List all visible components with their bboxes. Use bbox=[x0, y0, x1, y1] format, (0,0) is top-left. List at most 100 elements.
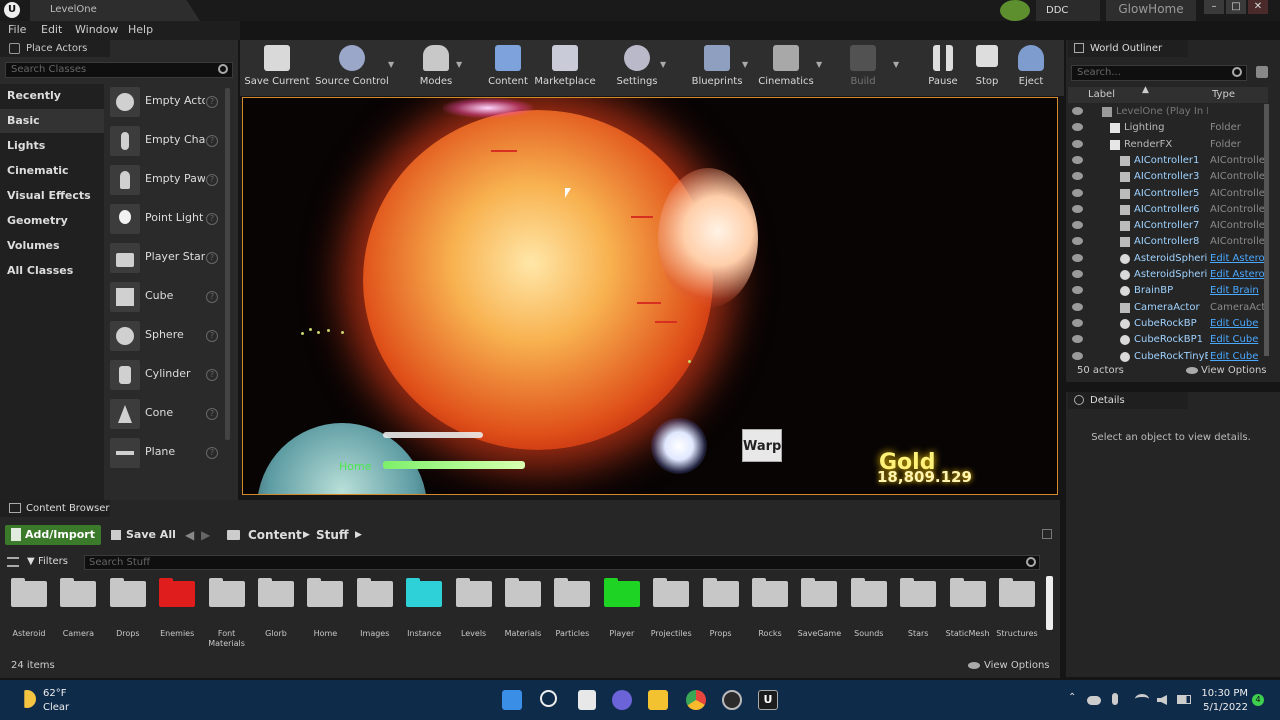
help-icon[interactable]: ? bbox=[206, 174, 218, 186]
source-control-status-icon[interactable] bbox=[1000, 0, 1030, 21]
outliner-row[interactable]: CubeRockBP1 Edit Cube bbox=[1068, 332, 1264, 348]
outliner-row[interactable]: AsteroidSphericalEdit Asteroid bbox=[1068, 251, 1264, 267]
visibility-eye-icon[interactable] bbox=[1072, 221, 1083, 230]
source-control-button[interactable]: Source Control bbox=[314, 40, 390, 96]
clock-date[interactable]: 5/1/2022 bbox=[1196, 702, 1248, 713]
chevron-down-icon[interactable]: ▼ bbox=[388, 60, 394, 69]
visibility-eye-icon[interactable] bbox=[1072, 351, 1083, 360]
category-all-classes[interactable]: All Classes bbox=[0, 259, 104, 283]
outliner-row[interactable]: AIController6 AIController bbox=[1068, 202, 1264, 218]
folder-item[interactable]: Projectiles bbox=[647, 578, 695, 643]
category-volumes[interactable]: Volumes bbox=[0, 234, 104, 258]
chevron-down-icon[interactable]: ▼ bbox=[893, 60, 899, 69]
close-button[interactable]: ✕ bbox=[1248, 0, 1268, 14]
outliner-row[interactable]: CubeRockBP Edit Cube bbox=[1068, 316, 1264, 332]
content-view-options[interactable]: View Options bbox=[984, 660, 1050, 671]
unreal-engine-taskbar-icon[interactable]: U bbox=[758, 690, 778, 710]
folder-item[interactable]: Font Materials bbox=[203, 578, 251, 648]
visibility-eye-icon[interactable] bbox=[1072, 188, 1083, 197]
world-outliner-tab[interactable]: World Outliner bbox=[1068, 40, 1188, 57]
actor-empty-pawn[interactable]: Empty Pawn ? bbox=[108, 162, 224, 200]
visibility-eye-icon[interactable] bbox=[1072, 302, 1083, 311]
save-current-button[interactable]: Save Current bbox=[244, 40, 310, 96]
content-button[interactable]: Content bbox=[486, 40, 530, 96]
folder-item[interactable]: StaticMesh bbox=[944, 578, 992, 643]
folder-item[interactable]: Camera bbox=[54, 578, 102, 643]
edit-blueprint-link[interactable]: Edit Asteroid bbox=[1210, 269, 1264, 280]
visibility-eye-icon[interactable] bbox=[1072, 204, 1083, 213]
folder-item[interactable]: Stars bbox=[894, 578, 942, 643]
folder-item[interactable]: Particles bbox=[548, 578, 596, 643]
folder-item[interactable]: Player bbox=[598, 578, 646, 643]
folder-item[interactable]: Enemies bbox=[153, 578, 201, 643]
place-actors-scrollbar[interactable] bbox=[225, 88, 230, 440]
folder-item[interactable]: Asteroid bbox=[5, 578, 53, 643]
chevron-down-icon[interactable]: ▼ bbox=[816, 60, 822, 69]
visibility-eye-icon[interactable] bbox=[1072, 172, 1083, 181]
help-icon[interactable]: ? bbox=[206, 330, 218, 342]
maximize-button[interactable]: □ bbox=[1226, 0, 1246, 14]
visibility-eye-icon[interactable] bbox=[1072, 237, 1083, 246]
content-scrollbar[interactable] bbox=[1046, 576, 1053, 630]
help-icon[interactable]: ? bbox=[206, 291, 218, 303]
column-type[interactable]: Type bbox=[1212, 89, 1235, 100]
actor-sphere[interactable]: Sphere ? bbox=[108, 318, 224, 356]
folder-item[interactable]: Materials bbox=[499, 578, 547, 643]
actor-empty-actor[interactable]: Empty Actor ? bbox=[108, 84, 224, 122]
help-icon[interactable]: ? bbox=[206, 252, 218, 264]
lock-icon[interactable] bbox=[1042, 529, 1052, 539]
outliner-search-input[interactable]: Search... bbox=[1071, 65, 1247, 81]
help-icon[interactable]: ? bbox=[206, 369, 218, 381]
file-explorer-icon[interactable] bbox=[648, 690, 668, 710]
marketplace-button[interactable]: Marketplace bbox=[534, 40, 596, 96]
edit-blueprint-link[interactable]: Edit Cube bbox=[1210, 318, 1264, 329]
folder-item[interactable]: Props bbox=[697, 578, 745, 643]
details-tab[interactable]: Details bbox=[1068, 392, 1188, 409]
actor-cube[interactable]: Cube ? bbox=[108, 279, 224, 317]
outliner-row[interactable]: AIController3 AIController bbox=[1068, 169, 1264, 185]
chrome-icon[interactable] bbox=[686, 690, 706, 710]
help-icon[interactable]: ? bbox=[206, 213, 218, 225]
breadcrumb-separator-icon[interactable]: ▶ bbox=[355, 525, 362, 545]
outliner-row[interactable]: LevelOne (Play In EdWorld bbox=[1068, 104, 1264, 120]
content-search-input[interactable]: Search Stuff bbox=[84, 555, 1040, 570]
clock-time[interactable]: 10:30 PM bbox=[1196, 688, 1248, 699]
chevron-up-icon[interactable]: ⌃ bbox=[1068, 692, 1076, 703]
cloud-icon[interactable] bbox=[1087, 696, 1101, 705]
outliner-row[interactable]: RenderFX Folder bbox=[1068, 137, 1264, 153]
folder-item[interactable]: Rocks bbox=[746, 578, 794, 643]
outliner-row[interactable]: AsteroidSphericalEdit Asteroid bbox=[1068, 267, 1264, 283]
actor-plane[interactable]: Plane ? bbox=[108, 435, 224, 473]
help-icon[interactable]: ? bbox=[206, 135, 218, 147]
visibility-eye-icon[interactable] bbox=[1072, 123, 1083, 132]
eject-button[interactable]: Eject bbox=[1008, 40, 1054, 96]
pause-button[interactable]: Pause bbox=[920, 40, 966, 96]
help-icon[interactable]: ? bbox=[206, 408, 218, 420]
folder-item[interactable]: Instance bbox=[400, 578, 448, 643]
filters-button[interactable]: ▼ Filters bbox=[5, 554, 81, 570]
blueprints-button[interactable]: Blueprints bbox=[690, 40, 744, 96]
category-cinematic[interactable]: Cinematic bbox=[0, 159, 104, 183]
visibility-eye-icon[interactable] bbox=[1072, 253, 1083, 262]
help-icon[interactable]: ? bbox=[206, 96, 218, 108]
folder-item[interactable]: Sounds bbox=[845, 578, 893, 643]
outliner-settings-icon[interactable] bbox=[1256, 66, 1268, 78]
actor-player-start[interactable]: Player Start ? bbox=[108, 240, 224, 278]
save-all-button[interactable]: Save All bbox=[110, 525, 190, 545]
actor-point-light[interactable]: Point Light ? bbox=[108, 201, 224, 239]
category-visual-effects[interactable]: Visual Effects bbox=[0, 184, 104, 208]
game-viewport[interactable]: Home Warp Gold 18,809.129 bbox=[242, 97, 1058, 495]
microphone-icon[interactable] bbox=[1112, 693, 1118, 705]
visibility-eye-icon[interactable] bbox=[1072, 286, 1083, 295]
visibility-eye-icon[interactable] bbox=[1072, 155, 1083, 164]
edit-blueprint-link[interactable]: Edit Brain bbox=[1210, 285, 1264, 296]
outliner-row[interactable]: BrainBP Edit Brain bbox=[1068, 283, 1264, 299]
folder-item[interactable]: SaveGame bbox=[795, 578, 843, 643]
ddc-button[interactable]: DDC bbox=[1036, 0, 1100, 21]
add-import-button[interactable]: Add/Import bbox=[5, 525, 101, 545]
search-classes-input[interactable]: Search Classes bbox=[5, 62, 233, 78]
folder-item[interactable]: Images bbox=[351, 578, 399, 643]
wifi-icon[interactable] bbox=[1135, 694, 1149, 704]
outliner-row[interactable]: AIController1 AIController bbox=[1068, 153, 1264, 169]
visibility-eye-icon[interactable] bbox=[1072, 107, 1083, 115]
